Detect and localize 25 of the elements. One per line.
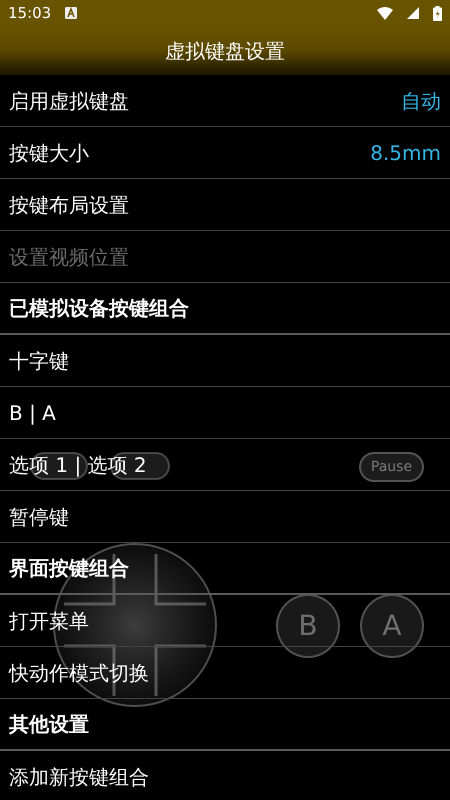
wifi-icon xyxy=(377,6,393,20)
setting-value: 自动 xyxy=(401,88,441,114)
setting-label[interactable]: 选项 1 | 选项 2 xyxy=(9,450,147,480)
setting-label[interactable]: B | A xyxy=(9,398,56,428)
setting-label[interactable]: 暂停键 xyxy=(9,502,69,532)
pause-button[interactable]: Pause xyxy=(359,452,424,482)
signal-icon xyxy=(407,7,419,19)
setting-value: 8.5mm xyxy=(370,140,441,166)
setting-label[interactable]: 按键大小 xyxy=(9,138,89,168)
option-key-overlay[interactable] xyxy=(30,452,88,480)
window-title: 虚拟键盘设置 xyxy=(165,38,285,64)
a-button[interactable]: A xyxy=(360,594,424,658)
notification-icon xyxy=(65,7,78,19)
setting-label[interactable]: 按键布局设置 xyxy=(9,190,129,220)
status-time: 15:03 xyxy=(8,2,52,24)
section-header: 已模拟设备按键组合 xyxy=(9,295,189,322)
battery-icon xyxy=(433,6,442,20)
section-header: 界面按键组合 xyxy=(9,555,129,582)
setting-label[interactable]: 添加新按键组合 xyxy=(9,762,149,792)
setting-label[interactable]: 十字键 xyxy=(9,346,69,376)
setting-label[interactable]: 打开菜单 xyxy=(9,606,89,636)
setting-label[interactable]: 快动作模式切换 xyxy=(9,658,149,688)
section-header: 其他设置 xyxy=(9,711,89,738)
b-button[interactable]: B xyxy=(276,594,340,658)
setting-label[interactable]: 启用虚拟键盘 xyxy=(9,86,129,116)
